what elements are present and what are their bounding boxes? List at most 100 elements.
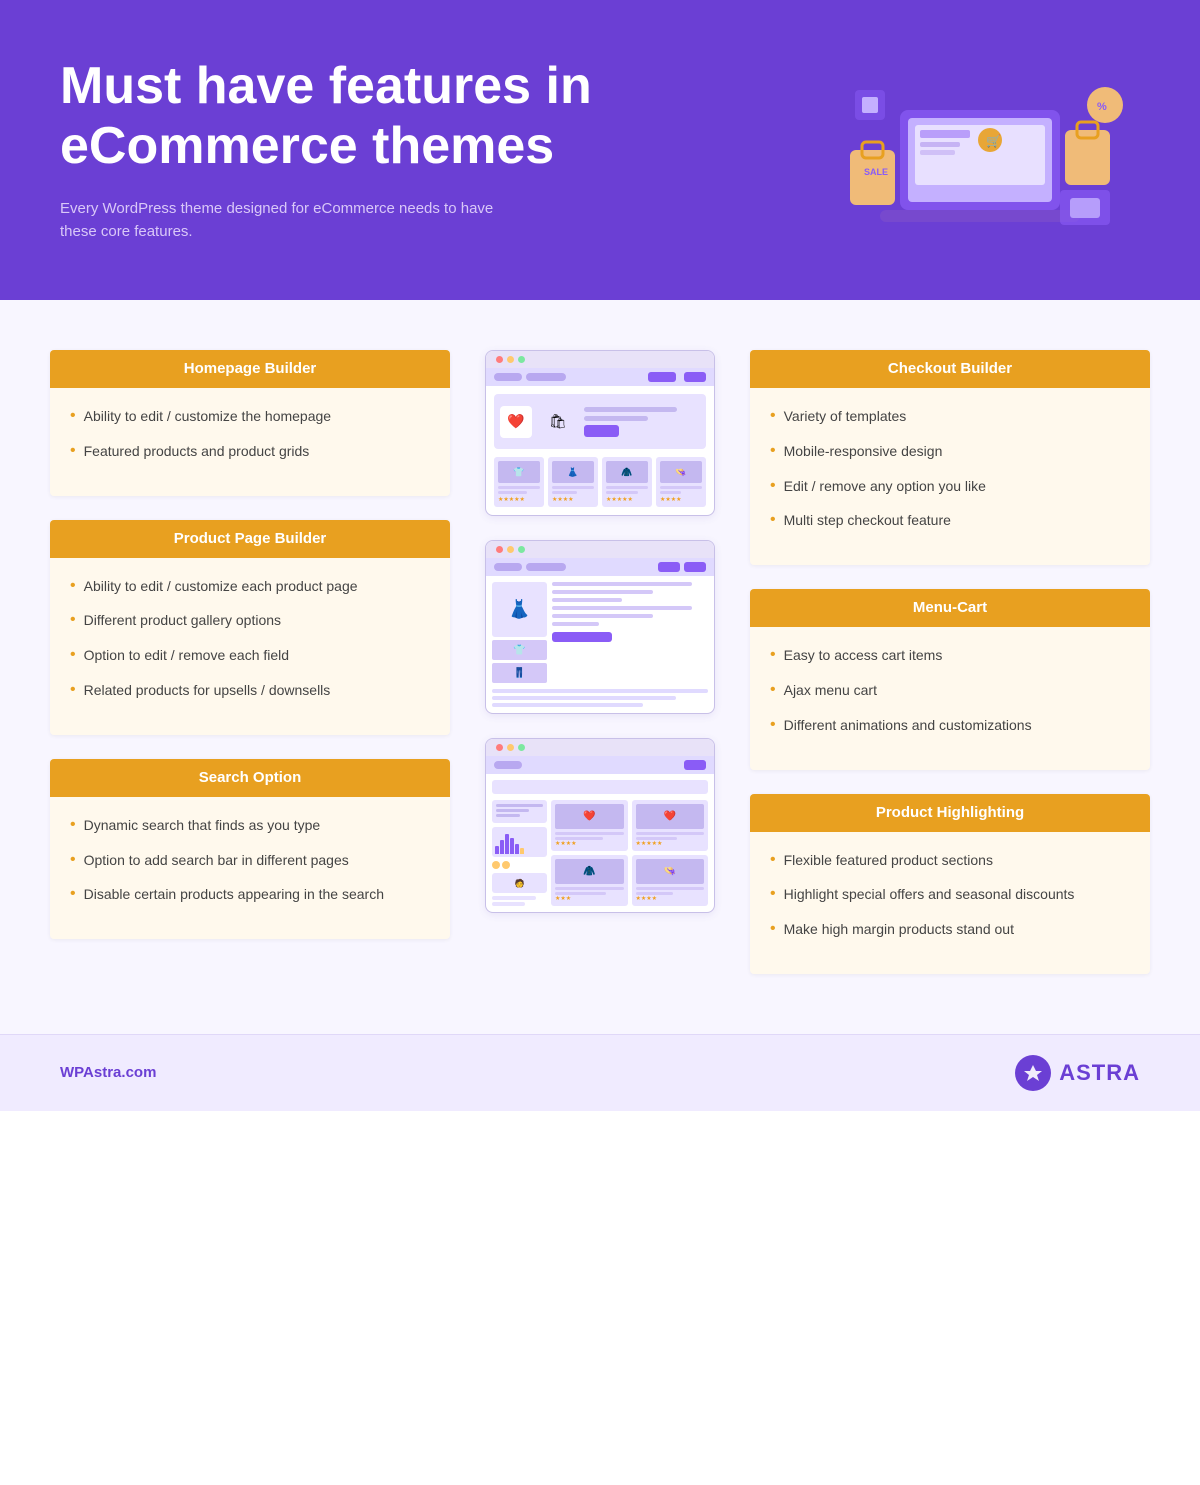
- footer-url: WPAstra.com: [60, 1064, 156, 1081]
- dot-green: [518, 546, 525, 553]
- checkout-builder-card: Checkout Builder Variety of templates Mo…: [750, 350, 1150, 565]
- list-item: Option to add search bar in different pa…: [70, 850, 430, 871]
- list-item: Ability to edit / customize each product…: [70, 576, 430, 597]
- list-item: Ability to edit / customize the homepage: [70, 406, 430, 427]
- homepage-builder-title: Homepage Builder: [184, 360, 317, 377]
- search-option-list: Dynamic search that finds as you type Op…: [70, 815, 430, 905]
- right-column: Checkout Builder Variety of templates Mo…: [750, 350, 1150, 974]
- product-line: [606, 486, 648, 489]
- list-item: Mobile-responsive design: [770, 441, 1130, 462]
- bar: [520, 848, 524, 854]
- search-bar-mockup: [492, 780, 708, 794]
- list-item: Highlight special offers and seasonal di…: [770, 884, 1130, 905]
- mockup-nav-3: [486, 756, 714, 774]
- product-thumb: 👕: [492, 640, 547, 660]
- product-highlighting-card: Product Highlighting Flexible featured p…: [750, 794, 1150, 974]
- info-line: [552, 614, 653, 618]
- nav-pill: [526, 563, 566, 571]
- hero-button: [584, 425, 619, 437]
- list-item: Different animations and customizations: [770, 715, 1130, 736]
- filter-line: [496, 804, 543, 807]
- page-title: Must have features in eCommerce themes: [60, 57, 820, 177]
- search-option-card: Search Option Dynamic search that finds …: [50, 759, 450, 939]
- product-stars: ★★★★: [552, 496, 594, 503]
- list-item: Flexible featured product sections: [770, 850, 1130, 871]
- result-card: ❤️ ★★★★★: [632, 800, 709, 851]
- nav-button: [648, 372, 676, 382]
- bottom-line: [492, 696, 676, 700]
- list-item: Make high margin products stand out: [770, 919, 1130, 940]
- astra-logo: ASTRA: [1015, 1055, 1140, 1091]
- checkout-builder-body: Variety of templates Mobile-responsive d…: [750, 388, 1150, 531]
- mockup-product-card: 👒 ★★★★: [656, 457, 706, 507]
- product-line: [660, 486, 702, 489]
- svg-text:SALE: SALE: [864, 167, 888, 177]
- search-option-header: Search Option: [50, 759, 450, 797]
- info-line: [552, 622, 599, 626]
- search-results: 🧑 ❤️: [492, 800, 708, 906]
- menu-cart-header: Menu-Cart: [750, 589, 1150, 627]
- menu-cart-card: Menu-Cart Easy to access cart items Ajax…: [750, 589, 1150, 769]
- product-main-img: 👗: [492, 582, 547, 637]
- info-line: [552, 590, 653, 594]
- homepage-mockup: ❤️ 🛍 👕 ★★★★★: [485, 350, 715, 516]
- nav-button: [658, 562, 680, 572]
- product-page-builder-body: Ability to edit / customize each product…: [50, 558, 450, 701]
- mockup-product-card: 🧥 ★★★★★: [602, 457, 652, 507]
- product-page-mockup: 👗 👕 👖: [485, 540, 715, 714]
- bar: [495, 846, 499, 854]
- info-line: [552, 582, 692, 586]
- list-item: Featured products and product grids: [70, 441, 430, 462]
- mockup-product-card: 👗 ★★★★: [548, 457, 598, 507]
- astra-icon: [1015, 1055, 1051, 1091]
- product-img: 👗: [552, 461, 594, 483]
- dot-red: [496, 744, 503, 751]
- left-column: Homepage Builder Ability to edit / custo…: [50, 350, 450, 974]
- svg-text:%: %: [1097, 101, 1107, 113]
- hero-line: [584, 416, 648, 421]
- nav-pill: [494, 761, 522, 769]
- header: Must have features in eCommerce themes E…: [0, 0, 1200, 300]
- product-images: 👗 👕 👖: [492, 582, 547, 683]
- nav-button-2: [684, 372, 706, 382]
- search-option-body: Dynamic search that finds as you type Op…: [50, 797, 450, 905]
- product-img: 👒: [660, 461, 702, 483]
- product-page-builder-card: Product Page Builder Ability to edit / c…: [50, 520, 450, 735]
- header-illustration: 🛒 SALE %: [820, 50, 1140, 250]
- mockup-body-1: ❤️ 🛍 👕 ★★★★★: [486, 386, 714, 515]
- product-page-builder-title: Product Page Builder: [174, 530, 327, 547]
- heart-icon-2: 🛍: [542, 406, 574, 438]
- product-page-builder-header: Product Page Builder: [50, 520, 450, 558]
- bar: [515, 844, 519, 854]
- product-stars: ★★★★★: [498, 496, 540, 503]
- bar: [500, 840, 504, 854]
- product-line: [606, 491, 638, 494]
- dot-green: [518, 744, 525, 751]
- dot-yellow: [507, 744, 514, 751]
- product-highlighting-list: Flexible featured product sections Highl…: [770, 850, 1130, 940]
- product-highlighting-title: Product Highlighting: [876, 804, 1024, 821]
- astra-logo-icon: [1022, 1062, 1044, 1084]
- info-line: [552, 606, 692, 610]
- list-item: Variety of templates: [770, 406, 1130, 427]
- mockup-product-card: 👕 ★★★★★: [494, 457, 544, 507]
- product-stars: ★★★★: [660, 496, 702, 503]
- product-line: [498, 491, 527, 494]
- mockup-hero: ❤️ 🛍: [494, 394, 706, 449]
- dot-yellow: [507, 356, 514, 363]
- product-results: ❤️ ★★★★ ❤️ ★★★★★: [551, 800, 708, 906]
- ecommerce-illustration-icon: 🛒 SALE %: [820, 50, 1140, 250]
- price-chart: [492, 827, 547, 857]
- search-option-title: Search Option: [199, 769, 302, 786]
- bar: [505, 834, 509, 854]
- dot-green: [518, 356, 525, 363]
- list-item: Easy to access cart items: [770, 645, 1130, 666]
- checkout-builder-header: Checkout Builder: [750, 350, 1150, 388]
- mockup-titlebar: [486, 351, 714, 368]
- product-info: [552, 582, 708, 683]
- result-card: ❤️ ★★★★: [551, 800, 628, 851]
- mockup-nav-1: [486, 368, 714, 386]
- list-item: Dynamic search that finds as you type: [70, 815, 430, 836]
- main-content: Homepage Builder Ability to edit / custo…: [0, 300, 1200, 1034]
- product-highlighting-header: Product Highlighting: [750, 794, 1150, 832]
